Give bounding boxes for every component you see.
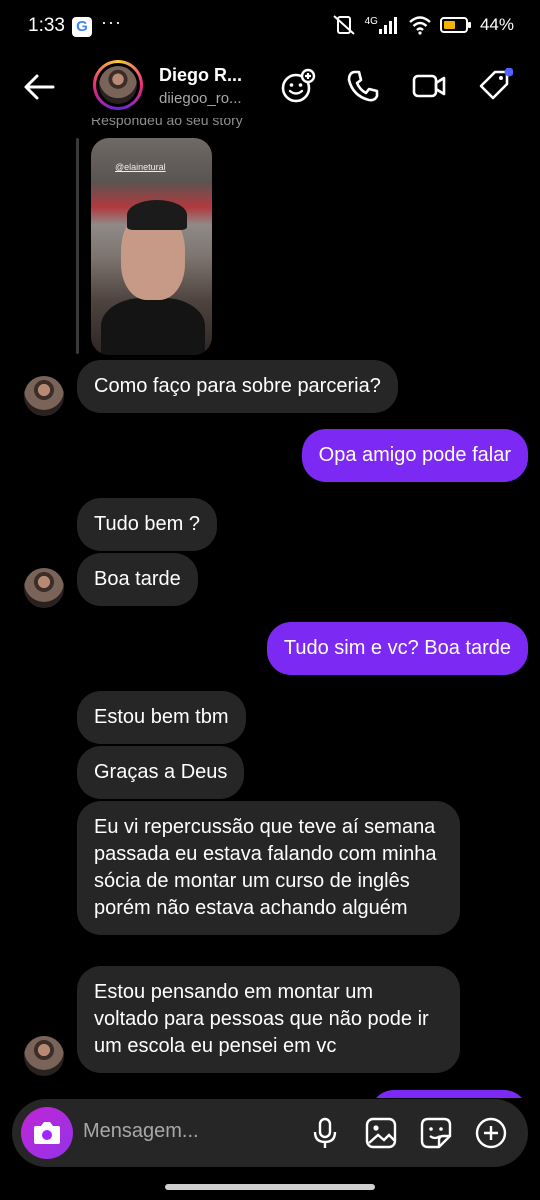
tag-icon[interactable] — [477, 68, 513, 104]
message-incoming[interactable]: Graças a Deus — [77, 746, 245, 799]
sender-avatar[interactable] — [24, 1036, 64, 1076]
message-thread[interactable]: Respondeu ao seu story @elainetural Como… — [0, 118, 540, 1098]
message-outgoing[interactable]: Opa amigo pode falar — [301, 429, 528, 482]
gallery-icon[interactable] — [364, 1116, 398, 1150]
google-app-icon: G — [72, 17, 92, 37]
back-arrow-icon[interactable] — [22, 70, 56, 104]
microphone-icon[interactable] — [308, 1116, 342, 1150]
contact-username[interactable]: diiegoo_ro... — [159, 90, 254, 107]
sender-avatar[interactable] — [24, 568, 64, 608]
status-bar: 1:33 G ··· 4G 44% — [0, 0, 540, 56]
contact-name[interactable]: Diego R... — [159, 65, 254, 86]
wifi-icon — [409, 16, 431, 35]
message-incoming[interactable]: Eu vi repercussão que teve aí semana pas… — [77, 801, 460, 935]
message-incoming[interactable]: Estou bem tbm — [77, 691, 246, 744]
message-input[interactable] — [83, 1120, 283, 1143]
status-time: 1:33 — [28, 15, 65, 36]
battery-percent: 44% — [479, 15, 514, 34]
vibrate-off-icon — [332, 15, 355, 35]
story-mention: @elainetural — [115, 162, 166, 172]
home-indicator[interactable] — [165, 1184, 375, 1190]
message-incoming[interactable]: Como faço para sobre parceria? — [77, 360, 398, 413]
signal-icon — [378, 17, 397, 34]
message-incoming[interactable]: Estou pensando em montar um voltado para… — [77, 966, 460, 1073]
message-incoming[interactable]: Boa tarde — [77, 553, 198, 606]
message-outgoing[interactable]: Tudo sim e vc? Boa tarde — [266, 622, 528, 675]
camera-button[interactable] — [21, 1107, 73, 1159]
chat-header: Diego R... diiegoo_ro... — [0, 56, 540, 118]
battery-icon — [439, 17, 471, 33]
phone-icon[interactable] — [345, 68, 381, 104]
sticker-icon[interactable] — [419, 1116, 453, 1150]
camera-icon — [34, 1122, 60, 1144]
video-icon[interactable] — [411, 68, 447, 104]
story-thumbnail[interactable]: @elainetural — [91, 138, 212, 355]
sender-avatar[interactable] — [24, 376, 64, 416]
message-incoming[interactable]: Tudo bem ? — [77, 498, 217, 551]
replied-to-story-label: Respondeu ao seu story — [91, 118, 243, 128]
more-notifications-icon: ··· — [101, 12, 122, 32]
network-type: 4G — [364, 15, 378, 27]
message-composer — [12, 1099, 528, 1167]
contact-avatar[interactable] — [93, 60, 143, 110]
status-icons: 4G 44% — [331, 14, 514, 36]
add-icon[interactable] — [474, 1116, 508, 1150]
message-outgoing-partial[interactable] — [370, 1090, 528, 1098]
reply-indicator-line — [76, 138, 79, 354]
effects-icon[interactable] — [280, 68, 316, 104]
